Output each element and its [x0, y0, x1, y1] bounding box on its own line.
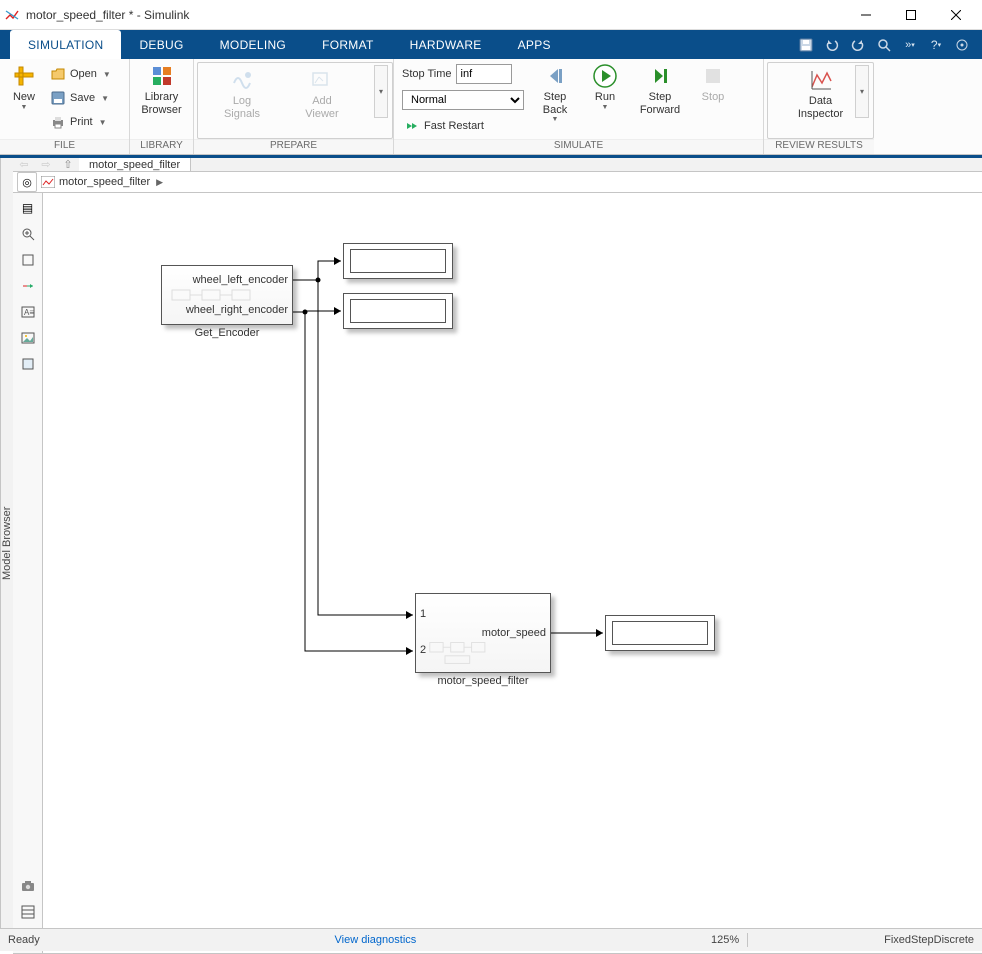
tab-modeling[interactable]: MODELING	[202, 30, 304, 59]
chevron-right-icon: ▶	[156, 177, 163, 188]
quick-access-toolbar: »▾ ?▾	[794, 30, 982, 59]
sample-time-icon[interactable]	[17, 275, 39, 297]
stop-button[interactable]: Stop	[692, 61, 734, 104]
window-title: motor_speed_filter * - Simulink	[26, 8, 843, 22]
print-icon	[50, 114, 66, 130]
stop-icon	[701, 64, 725, 88]
fast-restart-icon	[404, 118, 420, 134]
nav-up-icon[interactable]: ⇧	[57, 158, 79, 171]
library-icon	[150, 64, 174, 88]
hide-palette-icon[interactable]: ▤	[17, 197, 39, 219]
group-library: Library Browser LIBRARY	[130, 59, 194, 154]
block-motor-speed-filter[interactable]: 1 2 motor_speed motor_speed_filter	[415, 593, 551, 687]
zoom-level[interactable]: 125%	[711, 934, 739, 946]
close-button[interactable]	[933, 0, 978, 29]
review-gallery-dropdown[interactable]: ▾	[855, 65, 869, 118]
block-get-encoder[interactable]: wheel_left_encoder wheel_right_encoder G…	[161, 265, 293, 339]
screenshot-icon[interactable]	[17, 875, 39, 897]
area-icon[interactable]	[17, 353, 39, 375]
run-button[interactable]: Run▼	[582, 61, 628, 112]
nav-back-icon[interactable]: ⇦	[13, 158, 35, 171]
data-inspector-icon	[809, 68, 833, 92]
group-simulate: Stop Time Normal Fast Restart Step Back▼…	[394, 59, 764, 154]
canvas[interactable]: wheel_left_encoder wheel_right_encoder G…	[43, 193, 982, 953]
status-bar: Ready View diagnostics 125% FixedStepDis…	[0, 928, 982, 951]
group-review-label: REVIEW RESULTS	[764, 139, 874, 154]
breadcrumb-bar: ◎ motor_speed_filter ▶ ▼	[13, 172, 982, 193]
redo-icon[interactable]	[846, 34, 870, 56]
fast-restart-button[interactable]: Fast Restart	[400, 115, 526, 137]
image-icon[interactable]	[17, 327, 39, 349]
undo-icon[interactable]	[820, 34, 844, 56]
model-properties-icon[interactable]	[17, 901, 39, 923]
save-small-icon	[50, 90, 66, 106]
tab-hardware[interactable]: HARDWARE	[392, 30, 500, 59]
step-forward-button[interactable]: Step Forward	[632, 61, 688, 116]
model-tab[interactable]: motor_speed_filter	[79, 158, 191, 171]
library-browser-button[interactable]: Library Browser	[134, 61, 189, 116]
editor-tabs: ⇦ ⇨ ⇧ motor_speed_filter ⌨	[13, 158, 982, 172]
search-icon[interactable]	[872, 34, 896, 56]
new-button[interactable]: New ▼	[4, 61, 44, 112]
simulink-app-icon	[4, 7, 20, 23]
group-library-label: LIBRARY	[130, 139, 193, 154]
block-scope-3[interactable]	[605, 615, 715, 651]
prepare-gallery-dropdown[interactable]: ▾	[374, 65, 388, 118]
nav-forward-icon[interactable]: ⇨	[35, 158, 57, 171]
zoom-in-icon[interactable]	[17, 223, 39, 245]
group-file: New ▼ Open▼ Save▼ Print▼ FILE	[0, 59, 130, 154]
help-icon[interactable]: ?▾	[924, 34, 948, 56]
group-prepare: Log Signals Add Viewer ▾ PREPARE	[194, 59, 394, 154]
main-area: Model Browser ⇦ ⇨ ⇧ motor_speed_filter ⌨…	[0, 155, 982, 928]
annotation-icon[interactable]: A≡	[17, 301, 39, 323]
view-diagnostics-link[interactable]: View diagnostics	[335, 934, 417, 946]
tab-debug[interactable]: DEBUG	[121, 30, 201, 59]
sim-mode-select[interactable]: Normal	[402, 90, 524, 110]
maximize-button[interactable]	[888, 0, 933, 29]
status-ready: Ready	[8, 934, 40, 946]
add-viewer-button[interactable]: Add Viewer	[282, 65, 362, 120]
new-icon	[12, 64, 36, 88]
data-inspector-button[interactable]: Data Inspector	[785, 65, 857, 120]
tab-format[interactable]: FORMAT	[304, 30, 392, 59]
open-button[interactable]: Open▼	[46, 63, 115, 85]
ribbon-tabstrip: SIMULATION DEBUG MODELING FORMAT HARDWAR…	[0, 30, 982, 59]
stoptime-label: Stop Time	[402, 68, 452, 80]
group-simulate-label: SIMULATE	[394, 139, 763, 154]
block-scope-2[interactable]	[343, 293, 453, 329]
palette: ▤ A≡ »	[13, 193, 43, 953]
svg-text:A≡: A≡	[24, 308, 34, 317]
minimize-button[interactable]	[843, 0, 888, 29]
open-icon	[50, 66, 66, 82]
run-icon	[593, 64, 617, 88]
group-review: Data Inspector ▾ REVIEW RESULTS	[764, 59, 874, 154]
block-scope-1[interactable]	[343, 243, 453, 279]
stoptime-input[interactable]	[456, 64, 512, 84]
fit-icon[interactable]	[17, 249, 39, 271]
breadcrumb-root[interactable]: motor_speed_filter	[59, 176, 150, 188]
target-icon[interactable]	[950, 34, 974, 56]
save-icon[interactable]	[794, 34, 818, 56]
tab-apps[interactable]: APPS	[500, 30, 569, 59]
group-prepare-label: PREPARE	[194, 139, 393, 154]
expand-toolstrip-icon[interactable]: »▾	[898, 34, 922, 56]
solver-info[interactable]: FixedStepDiscrete	[884, 934, 974, 946]
tab-simulation[interactable]: SIMULATION	[10, 30, 121, 59]
toolstrip: New ▼ Open▼ Save▼ Print▼ FILE Library Br…	[0, 59, 982, 155]
editor: ⇦ ⇨ ⇧ motor_speed_filter ⌨ ◎ motor_speed…	[13, 158, 982, 928]
model-browser-tab[interactable]: Model Browser	[0, 158, 13, 928]
step-back-icon	[543, 64, 567, 88]
log-signals-icon	[230, 68, 254, 92]
title-bar: motor_speed_filter * - Simulink	[0, 0, 982, 30]
add-viewer-icon	[310, 68, 334, 92]
step-forward-icon	[648, 64, 672, 88]
save-button[interactable]: Save▼	[46, 87, 115, 109]
print-button[interactable]: Print▼	[46, 111, 115, 133]
fit-to-view-button[interactable]: ◎	[17, 172, 37, 192]
group-file-label: FILE	[0, 139, 129, 154]
breadcrumb-model-icon	[41, 176, 55, 188]
canvas-wrap: ▤ A≡ »	[13, 193, 982, 953]
log-signals-button[interactable]: Log Signals	[202, 65, 282, 120]
step-back-button[interactable]: Step Back▼	[532, 61, 578, 124]
